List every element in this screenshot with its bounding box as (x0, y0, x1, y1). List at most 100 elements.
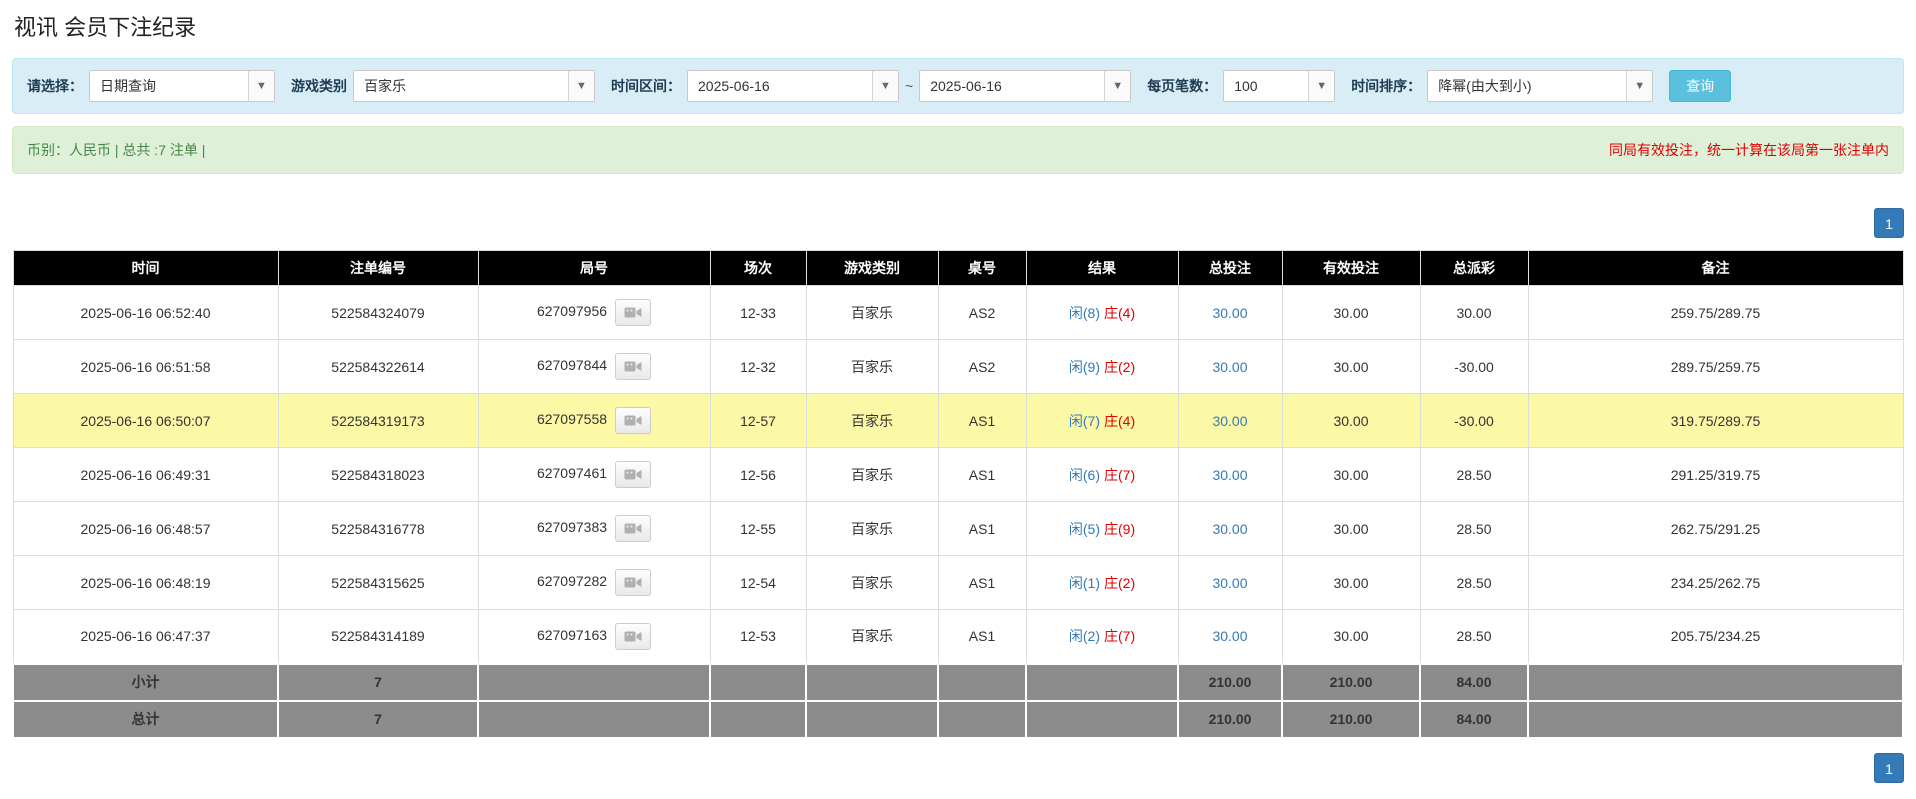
total-bet-link[interactable]: 30.00 (1212, 521, 1247, 537)
video-replay-button[interactable] (615, 353, 652, 380)
page-size-select[interactable]: 100 ▼ (1223, 70, 1336, 102)
header-round-no: 局号 (477, 250, 711, 286)
total-bet-link[interactable]: 30.00 (1212, 467, 1247, 483)
cell-game-category: 百家乐 (805, 501, 939, 556)
video-replay-button[interactable] (615, 407, 652, 434)
result-banker: 庄(4) (1104, 304, 1136, 321)
empty-cell (1527, 662, 1904, 702)
cell-time: 2025-06-16 06:48:57 (12, 501, 279, 556)
cell-total-bet: 30.00 (1177, 501, 1283, 556)
total-payout: 84.00 (1419, 699, 1529, 739)
table-row: 2025-06-16 06:48:57 522584316778 6270973… (12, 501, 1904, 556)
video-replay-button[interactable] (615, 299, 652, 326)
search-button[interactable]: 查询 (1669, 70, 1732, 102)
page-size-value: 100 (1234, 78, 1258, 94)
cell-session: 12-56 (709, 447, 807, 502)
header-table-no: 桌号 (937, 250, 1027, 286)
chevron-down-icon[interactable]: ▼ (1104, 71, 1131, 101)
game-category-select[interactable]: 百家乐 ▼ (353, 70, 595, 102)
summary-totals-text: 币别：人民币 | 总共 :7 注单 | (27, 142, 206, 158)
date-from-input[interactable]: 2025-06-16 ▼ (687, 70, 899, 102)
cell-session: 12-55 (709, 501, 807, 556)
video-camera-icon (624, 576, 642, 589)
date-to-input[interactable]: 2025-06-16 ▼ (919, 70, 1132, 102)
chevron-down-icon[interactable]: ▼ (568, 71, 594, 101)
result-player: 闲(2) (1068, 628, 1100, 645)
cell-note: 262.75/291.25 (1527, 501, 1904, 556)
page-1-button[interactable]: 1 (1874, 752, 1904, 783)
cell-payout: 30.00 (1419, 285, 1529, 340)
video-replay-button[interactable] (615, 461, 652, 488)
result-player: 闲(5) (1068, 520, 1100, 537)
page-1-button[interactable]: 1 (1874, 208, 1904, 238)
chevron-down-icon[interactable]: ▼ (1308, 71, 1335, 101)
cell-table-no: AS2 (937, 285, 1027, 340)
video-replay-button[interactable] (615, 569, 652, 596)
video-replay-button[interactable] (615, 622, 652, 650)
video-replay-button[interactable] (615, 515, 652, 542)
bets-table: 时间 注单编号 局号 场次 游戏类别 桌号 结果 总投注 有效投注 总派彩 备注… (12, 250, 1904, 739)
total-count: 7 (277, 699, 479, 739)
cell-total-bet: 30.00 (1177, 339, 1283, 394)
query-type-label: 请选择： (27, 78, 83, 94)
empty-cell (709, 662, 807, 702)
cell-time: 2025-06-16 06:50:07 (12, 393, 279, 448)
cell-bet-id: 522584315625 (277, 555, 479, 610)
total-bet-link[interactable]: 30.00 (1212, 359, 1247, 375)
cell-result: 闲(1) 庄(2) (1025, 555, 1179, 610)
cell-round-no: 627097461 (477, 447, 711, 502)
chevron-down-icon[interactable]: ▼ (872, 71, 898, 101)
result-banker: 庄(2) (1104, 574, 1136, 591)
cell-result: 闲(9) 庄(2) (1025, 339, 1179, 394)
cell-session: 12-33 (709, 285, 807, 340)
cell-bet-id: 522584316778 (277, 501, 479, 556)
pagination-bottom: 1 (12, 752, 1904, 783)
total-bet-link[interactable]: 30.00 (1212, 628, 1247, 644)
header-note: 备注 (1527, 250, 1904, 286)
cell-time: 2025-06-16 06:47:37 (12, 609, 279, 664)
chevron-down-icon[interactable]: ▼ (1626, 71, 1653, 101)
table-row: 2025-06-16 06:49:31 522584318023 6270974… (12, 447, 1904, 502)
total-label: 总计 (12, 699, 279, 739)
header-time: 时间 (12, 250, 279, 286)
empty-cell (709, 699, 807, 739)
cell-note: 205.75/234.25 (1527, 609, 1904, 664)
cell-round-no: 627097282 (477, 555, 711, 610)
cell-payout: 28.50 (1419, 501, 1529, 556)
cell-note: 289.75/259.75 (1527, 339, 1904, 394)
cell-table-no: AS1 (937, 609, 1027, 664)
table-header-row: 时间 注单编号 局号 场次 游戏类别 桌号 结果 总投注 有效投注 总派彩 备注 (12, 250, 1904, 286)
total-bet-link[interactable]: 30.00 (1212, 305, 1247, 321)
total-bet-link[interactable]: 30.00 (1212, 413, 1247, 429)
time-sort-select[interactable]: 降幂(由大到小) ▼ (1427, 70, 1654, 102)
cell-result: 闲(8) 庄(4) (1025, 285, 1179, 340)
time-sort-value: 降幂(由大到小) (1438, 78, 1532, 94)
cell-game-category: 百家乐 (805, 555, 939, 610)
total-bet-link[interactable]: 30.00 (1212, 575, 1247, 591)
time-range-label: 时间区间： (611, 78, 681, 94)
cell-round-no: 627097558 (477, 393, 711, 448)
cell-payout: 28.50 (1419, 447, 1529, 502)
round-number: 627097844 (536, 357, 608, 374)
cell-result: 闲(7) 庄(4) (1025, 393, 1179, 448)
cell-table-no: AS1 (937, 447, 1027, 502)
chevron-down-icon[interactable]: ▼ (248, 71, 274, 101)
query-type-select[interactable]: 日期查询 ▼ (89, 70, 275, 102)
cell-bet-id: 522584324079 (277, 285, 479, 340)
cell-payout: 28.50 (1419, 555, 1529, 610)
header-valid-bet: 有效投注 (1281, 250, 1421, 286)
cell-game-category: 百家乐 (805, 339, 939, 394)
cell-game-category: 百家乐 (805, 609, 939, 664)
table-row: 2025-06-16 06:50:07 522584319173 6270975… (12, 393, 1904, 448)
table-row: 2025-06-16 06:52:40 522584324079 6270979… (12, 285, 1904, 340)
total-valid-bet: 210.00 (1281, 699, 1421, 739)
cell-total-bet: 30.00 (1177, 285, 1283, 340)
cell-time: 2025-06-16 06:49:31 (12, 447, 279, 502)
header-total-bet: 总投注 (1177, 250, 1283, 286)
page-size-label: 每页笔数： (1147, 78, 1218, 94)
range-separator: ~ (905, 78, 914, 94)
header-bet-id: 注单编号 (277, 250, 479, 286)
time-range-group: 时间区间： 2025-06-16 ▼ ~ 2025-06-16 ▼ (611, 70, 1132, 102)
empty-cell (937, 662, 1027, 702)
round-number: 627097383 (536, 519, 608, 536)
